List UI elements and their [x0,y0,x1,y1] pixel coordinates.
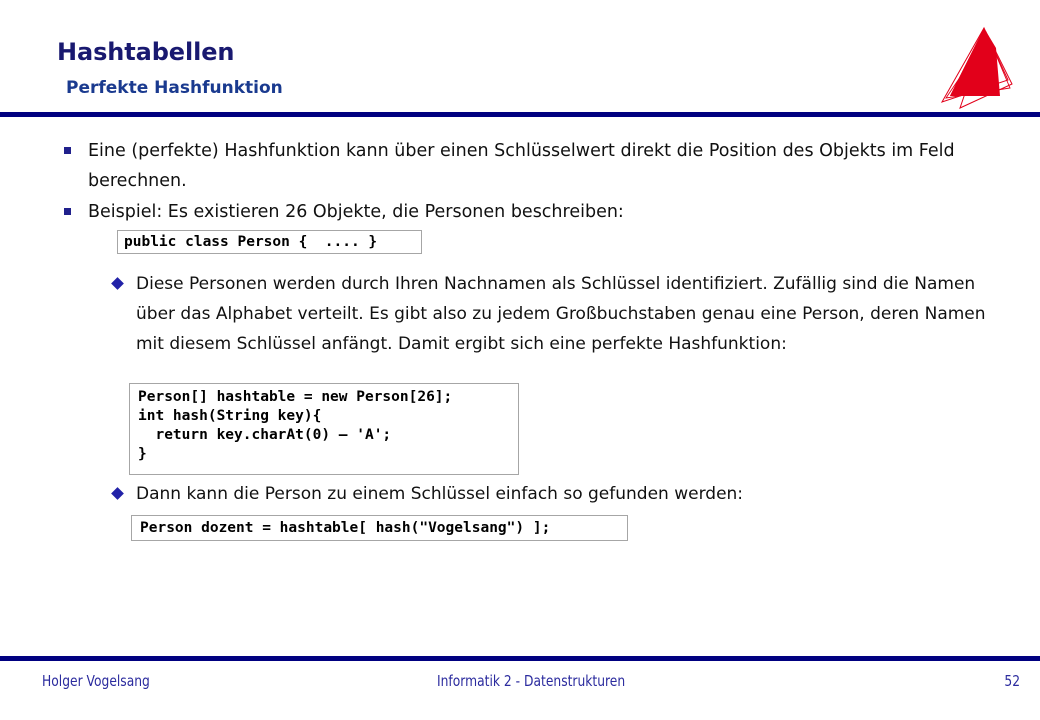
header-divider [0,112,1040,117]
code-block-lookup-dozent: Person dozent = hashtable[ hash("Vogelsa… [131,515,628,541]
bullet-text: Eine (perfekte) Hashfunktion kann über e… [88,141,955,191]
code-block-person-class: public class Person { .... } [117,230,422,254]
page-title: Hashtabellen [57,38,235,66]
footer-course: Informatik 2 - Datenstrukturen [437,672,626,690]
footer-page-number: 52 [1004,672,1020,690]
bullet-text: Beispiel: Es existieren 26 Objekte, die … [88,202,624,222]
page-subtitle: Perfekte Hashfunktion [66,78,283,98]
slide-header: Hashtabellen Perfekte Hashfunktion [0,0,1040,118]
code-block-hashtable-hash: Person[] hashtable = new Person[26]; int… [129,383,519,475]
bullet-text: Diese Personen werden durch Ihren Nachna… [136,274,986,354]
footer-author: Holger Vogelsang [42,672,150,690]
slide-content: Eine (perfekte) Hashfunktion kann über e… [0,118,1040,656]
slide: Hashtabellen Perfekte Hashfunktion Eine … [0,0,1040,720]
footer-divider [0,656,1040,661]
bullet-text: Dann kann die Person zu einem Schlüssel … [136,484,744,504]
hochschule-pyramid-logo [912,18,1024,110]
square-bullet-icon [64,147,71,154]
slide-footer: Holger Vogelsang Informatik 2 - Datenstr… [0,672,1040,702]
diamond-bullet-icon [111,487,124,500]
square-bullet-icon [64,208,71,215]
diamond-bullet-icon [111,277,124,290]
